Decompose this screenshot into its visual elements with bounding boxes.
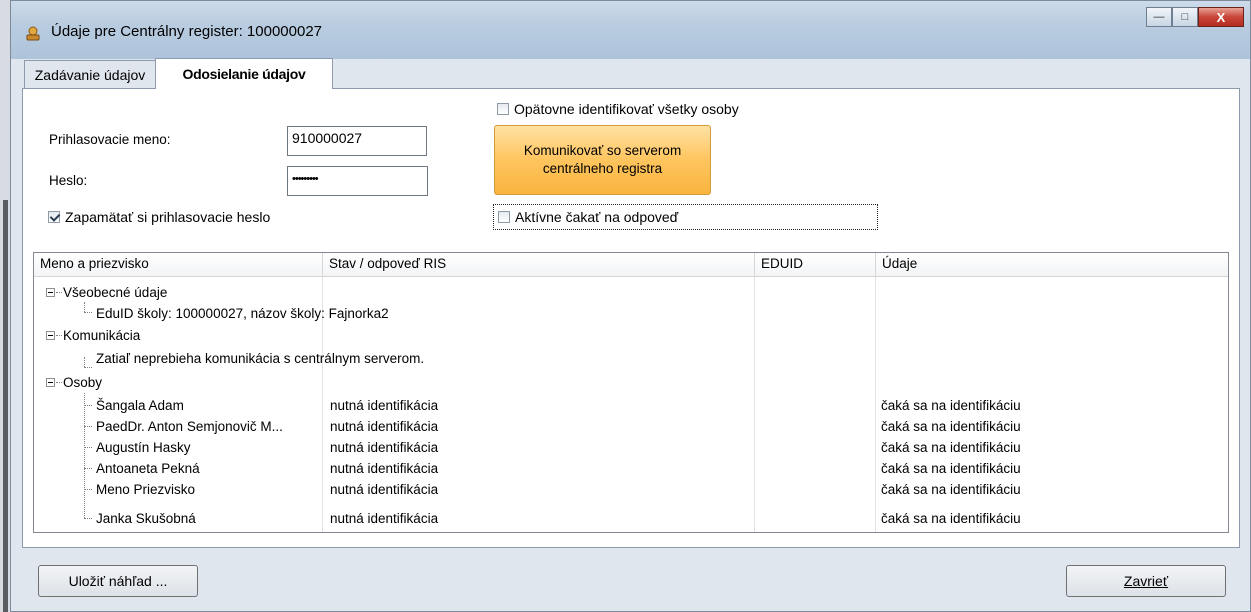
password-field[interactable]: ••••••••• [287, 166, 428, 196]
tab-strip: Zadávanie údajov Odosielanie údajov [10, 58, 1241, 89]
tree-line [84, 302, 85, 312]
app-icon [26, 26, 40, 41]
minimize-icon: — [1153, 11, 1165, 23]
communicate-line1: Komunikovať so serverom [523, 143, 682, 158]
username-label: Prihlasovacie meno: [49, 132, 171, 147]
communicate-server-button[interactable]: Komunikovať so serverom centrálneho regi… [494, 125, 711, 195]
column-header-status[interactable]: Stav / odpoveď RIS [323, 253, 755, 276]
tree-line [56, 292, 62, 293]
table-row[interactable]: Janka Skušobná nutná identifikácia čaká … [96, 508, 1226, 529]
tree-line [84, 357, 85, 367]
person-status: nutná identifikácia [330, 511, 439, 526]
column-header-eduid[interactable]: EDUID [755, 253, 876, 276]
close-icon: X [1216, 9, 1226, 25]
save-preview-label: Uložiť náhľad ... [68, 573, 168, 589]
item-name: Zatiaľ neprebieha komunikácia s centráln… [96, 351, 425, 366]
column-header-label: Údaje [882, 256, 918, 271]
remember-password-checkbox[interactable]: Zapamätať si prihlasovacie heslo [48, 209, 270, 225]
maximize-icon: □ [1181, 11, 1189, 23]
checkbox-checked-icon [48, 211, 60, 223]
person-data: čaká sa na identifikáciu [881, 482, 1021, 497]
list-item[interactable]: EduID školy: 100000027, názov školy: Faj… [96, 303, 389, 324]
person-status: nutná identifikácia [330, 440, 439, 455]
tree-line [84, 393, 85, 518]
person-data: čaká sa na identifikáciu [881, 461, 1021, 476]
person-name: Janka Skušobná [96, 511, 196, 526]
person-data: čaká sa na identifikáciu [881, 398, 1021, 413]
table-row[interactable]: Šangala Adam nutná identifikácia čaká sa… [96, 395, 1226, 416]
person-name: Meno Priezvisko [96, 482, 196, 497]
tab-odosielanie-udajov[interactable]: Odosielanie údajov [155, 58, 333, 89]
checkbox-unchecked-icon [498, 211, 510, 223]
tree-line [84, 405, 92, 406]
tab-zadavanie-udajov[interactable]: Zadávanie údajov [24, 60, 156, 88]
tree-list-view[interactable]: Meno a priezvisko Stav / odpoveď RIS EDU… [33, 252, 1229, 533]
tree-line [84, 518, 92, 519]
person-name: PaedDr. Anton Semjonovič M... [96, 419, 283, 434]
close-label: Zavrieť [1123, 573, 1169, 589]
close-button[interactable]: Zavrieť [1066, 565, 1226, 597]
collapse-icon[interactable] [46, 331, 55, 340]
save-preview-button[interactable]: Uložiť náhľad ... [38, 565, 198, 597]
minimize-button[interactable]: — [1146, 7, 1172, 27]
tree-line [56, 382, 62, 383]
background-strip [0, 0, 10, 612]
close-window-button[interactable]: X [1198, 7, 1244, 27]
username-field[interactable]: 910000027 [287, 126, 427, 156]
person-name: Augustín Hasky [96, 440, 191, 455]
list-header: Meno a priezvisko Stav / odpoveď RIS EDU… [34, 253, 1228, 277]
collapse-icon[interactable] [46, 378, 55, 387]
item-name: EduID školy: 100000027, názov školy: Faj… [96, 306, 389, 321]
column-header-label: EDUID [761, 256, 804, 271]
table-row[interactable]: Antoaneta Pekná nutná identifikácia čaká… [96, 458, 1226, 479]
column-header-label: Stav / odpoveď RIS [329, 256, 447, 271]
column-header-udaje[interactable]: Údaje [876, 253, 1228, 276]
remember-password-label: Zapamätať si prihlasovacie heslo [65, 209, 271, 225]
column-header-name[interactable]: Meno a priezvisko [34, 253, 323, 276]
person-data: čaká sa na identifikáciu [881, 440, 1021, 455]
tree-line [84, 312, 92, 313]
background-dark-strip [3, 200, 8, 612]
window-title: Údaje pre Centrálny register: 100000027 [51, 23, 323, 40]
person-status: nutná identifikácia [330, 461, 439, 476]
active-wait-checkbox[interactable]: Aktívne čakať na odpoveď [498, 209, 678, 225]
password-label: Heslo: [49, 173, 88, 188]
person-name: Antoaneta Pekná [96, 461, 200, 476]
tree-line [84, 447, 92, 448]
communicate-line2: centrálneho registra [542, 161, 663, 176]
person-data: čaká sa na identifikáciu [881, 419, 1021, 434]
tab-label: Zadávanie údajov [34, 66, 146, 83]
tree-line [56, 335, 62, 336]
person-name: Šangala Adam [96, 398, 184, 413]
group-label: Osoby [63, 375, 103, 390]
checkbox-unchecked-icon [497, 103, 509, 115]
reidentify-label: Opätovne identifikovať všetky osoby [514, 101, 739, 117]
caption-buttons: — □ X [1146, 7, 1244, 29]
tree-line [84, 489, 92, 490]
active-wait-label: Aktívne čakať na odpoveď [515, 209, 679, 225]
group-label: Komunikácia [63, 328, 141, 343]
tree-line [84, 426, 92, 427]
person-status: nutná identifikácia [330, 482, 439, 497]
group-label: Všeobecné údaje [63, 285, 168, 300]
reidentify-checkbox[interactable]: Opätovne identifikovať všetky osoby [497, 101, 739, 117]
tab-label: Odosielanie údajov [182, 66, 306, 82]
person-status: nutná identifikácia [330, 419, 439, 434]
table-row[interactable]: Augustín Hasky nutná identifikácia čaká … [96, 437, 1226, 458]
collapse-icon[interactable] [46, 288, 55, 297]
table-row[interactable]: Meno Priezvisko nutná identifikácia čaká… [96, 479, 1226, 500]
person-data: čaká sa na identifikáciu [881, 511, 1021, 526]
list-item[interactable]: Zatiaľ neprebieha komunikácia s centráln… [96, 348, 424, 369]
table-row[interactable]: PaedDr. Anton Semjonovič M... nutná iden… [96, 416, 1226, 437]
tree-line [84, 367, 92, 368]
column-header-label: Meno a priezvisko [40, 256, 149, 271]
maximize-button[interactable]: □ [1172, 7, 1198, 27]
person-status: nutná identifikácia [330, 398, 439, 413]
tree-line [84, 468, 92, 469]
title-bar[interactable]: Údaje pre Centrálny register: 100000027 … [11, 1, 1250, 59]
